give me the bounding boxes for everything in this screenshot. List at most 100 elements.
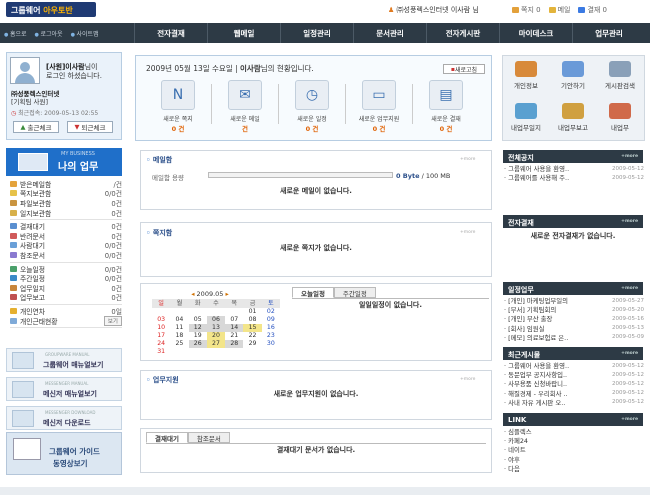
link-row[interactable]: 다음 (504, 464, 644, 473)
calendar-day[interactable]: 09 (262, 316, 280, 324)
tasks-row[interactable]: [개인] 부산 출장 2009-05-16 (504, 314, 644, 323)
top-link-note[interactable]: 쪽지 0 (512, 5, 541, 15)
nav-tab-webmail[interactable]: 웹메일 (207, 23, 280, 43)
home-link[interactable]: 홈으로 (4, 29, 27, 38)
logout-link[interactable]: 로그아웃 (35, 29, 62, 38)
calendar-day[interactable]: 03 (152, 316, 170, 324)
work-item[interactable]: 일지보관함 0건 (10, 208, 122, 218)
mail-more-link[interactable]: +more (460, 157, 475, 162)
calendar-day[interactable]: 17 (152, 332, 170, 340)
work-item[interactable]: 쪽지보관함 0/0건 (10, 189, 122, 198)
link-row[interactable]: 심플렉스 (504, 427, 644, 436)
calendar-day[interactable]: 16 (262, 324, 280, 332)
check-out-button[interactable]: ▼ 퇴근체크 (67, 121, 113, 133)
groupware-manual-banner[interactable]: GROUPWARE MANUAL 그룹웨어 매뉴얼보기 (6, 348, 122, 372)
summary-new-support[interactable]: ▭ 새로운 업무지원 0 건 (347, 80, 411, 133)
work-item[interactable]: 결재대기 0건 (10, 221, 122, 231)
calendar-day[interactable]: 01 (243, 308, 261, 316)
refresh-button[interactable]: ▪ 새로고침 (443, 64, 485, 74)
summary-new-note[interactable]: N 새로운 쪽지 0 건 (146, 80, 210, 133)
eapproval-more-link[interactable]: +more (621, 219, 638, 224)
tasks-row[interactable]: [회사] 임원실 2009-05-13 (504, 324, 644, 333)
logo[interactable]: 그룹웨어 아우토반 (6, 2, 96, 17)
quick-personal-info[interactable]: 개인정보 (503, 58, 549, 94)
link-more-link[interactable]: +more (621, 417, 638, 422)
board-row[interactable]: 동문업무 공지사항입.. 2009-05-12 (504, 370, 644, 379)
calendar-day[interactable]: 08 (243, 316, 261, 324)
notice-row[interactable]: 그룹웨어 사용을 환영.. 2009-05-12 (504, 164, 644, 173)
quick-work-report[interactable]: 내업무보고 (550, 100, 596, 136)
calendar-day[interactable]: 22 (243, 332, 261, 340)
work-item[interactable]: 참조문서 0/0건 (10, 250, 122, 260)
board-row[interactable]: 해질경제 - 우리회사 .. 2009-05-12 (504, 389, 644, 398)
tasks-row[interactable]: [개인] 마케팅업무일의 2009-05-27 (504, 296, 644, 305)
work-item[interactable]: 파일보관함 0건 (10, 198, 122, 208)
calendar-day[interactable]: 11 (170, 324, 188, 332)
top-link-approval[interactable]: 결재 0 (578, 5, 607, 15)
work-item[interactable]: 업무보고 0건 (10, 293, 122, 302)
calendar-day[interactable]: 31 (152, 348, 170, 356)
calendar-day[interactable]: 14 (225, 324, 244, 332)
check-in-button[interactable]: ▲ 출근체크 (13, 121, 59, 133)
calendar-day[interactable]: 21 (225, 332, 243, 340)
work-item[interactable]: 오늘일정 0/0건 (10, 264, 122, 274)
board-row[interactable]: 사내 자유 게시판 오.. 2009-05-12 (504, 398, 644, 407)
work-item[interactable]: 사람대기 0/0건 (10, 241, 122, 250)
work-item[interactable]: 받은메일함/건 (10, 179, 122, 189)
quick-draft[interactable]: 기안하기 (550, 58, 596, 94)
calendar-day[interactable]: 02 (262, 308, 280, 316)
nav-tab-schedule[interactable]: 일정관리 (280, 23, 353, 43)
calendar-day[interactable]: 10 (152, 324, 170, 332)
calendar-day[interactable]: 24 (152, 340, 170, 348)
calendar-day[interactable]: 25 (170, 340, 188, 348)
summary-new-mail[interactable]: ✉ 새로운 메일 건 (213, 80, 277, 133)
link-row[interactable]: 네이트 (504, 445, 644, 454)
nav-tab-tasks[interactable]: 업무관리 (572, 23, 645, 43)
calendar-day[interactable]: 07 (225, 316, 243, 324)
prev-month-icon[interactable]: ◂ (191, 290, 194, 298)
tab-today-schedule[interactable]: 오늘일정 (292, 287, 334, 298)
work-item[interactable]: 개인근태현황 보기 (10, 315, 122, 326)
tasks-row[interactable]: [부서] 기획팀회의 2009-05-20 (504, 305, 644, 314)
calendar-day[interactable]: 04 (170, 316, 188, 324)
work-item[interactable]: 반려문서 0건 (10, 231, 122, 241)
calendar-day[interactable]: 19 (189, 332, 207, 340)
nav-tab-approval[interactable]: 전자결재 (134, 23, 207, 43)
work-item[interactable]: 주간일정 0/0건 (10, 273, 122, 283)
link-row[interactable]: 카페24 (504, 436, 644, 445)
calendar-day[interactable]: 26 (188, 340, 207, 348)
link-row[interactable]: 야후 (504, 455, 644, 464)
support-more-link[interactable]: +more (460, 377, 475, 382)
board-more-link[interactable]: +more (621, 351, 638, 356)
calendar-day[interactable]: 13 (206, 324, 226, 332)
messenger-download-banner[interactable]: MESSENGER DOWNLOAD 메신저 다운로드 (6, 406, 122, 430)
calendar-day[interactable]: 28 (225, 340, 244, 348)
nav-tab-board[interactable]: 전자게시판 (426, 23, 499, 43)
tab-reference-docs[interactable]: 참조문서 (187, 432, 230, 443)
tab-approval-waiting[interactable]: 결재대기 (146, 432, 188, 443)
summary-new-schedule[interactable]: ◷ 새로운 일정 0 건 (280, 80, 344, 133)
messenger-manual-banner[interactable]: MESSENGER MANUAL 메신저 매뉴얼보기 (6, 377, 122, 401)
quick-my-work[interactable]: 내업무 (597, 100, 643, 136)
calendar-day[interactable]: 15 (243, 324, 262, 332)
board-row[interactable]: 그룹웨어 사용을 환영.. 2009-05-12 (504, 361, 644, 370)
calendar-day[interactable]: 29 (243, 340, 261, 348)
quick-work-log[interactable]: 내업무일지 (503, 100, 549, 136)
tasks-more-link[interactable]: +more (621, 286, 638, 291)
calendar-day[interactable]: 20 (206, 332, 226, 340)
tab-week-schedule[interactable]: 주간일정 (333, 287, 376, 298)
video-guide-banner[interactable]: 그룹웨어 가이드 동영상보기 (6, 432, 122, 475)
summary-new-approval[interactable]: ▤ 새로운 결재 0 건 (414, 80, 478, 133)
quick-board-search[interactable]: 게시판검색 (597, 58, 643, 94)
calendar-day[interactable]: 27 (206, 340, 226, 348)
calendar-day[interactable]: 18 (170, 332, 188, 340)
calendar-day[interactable]: 06 (206, 316, 226, 324)
work-item[interactable]: 개인연차 0일 (10, 306, 122, 316)
notice-more-link[interactable]: +more (621, 154, 638, 159)
next-month-icon[interactable]: ▸ (226, 290, 229, 298)
work-item[interactable]: 업무일지 0건 (10, 283, 122, 293)
notice-row[interactable]: 그룹웨어를 사용해 주.. 2009-05-12 (504, 173, 644, 182)
calendar-day[interactable]: 12 (188, 324, 207, 332)
view-button[interactable]: 보기 (103, 315, 122, 326)
sitemap-link[interactable]: 사이트맵 (71, 29, 99, 38)
